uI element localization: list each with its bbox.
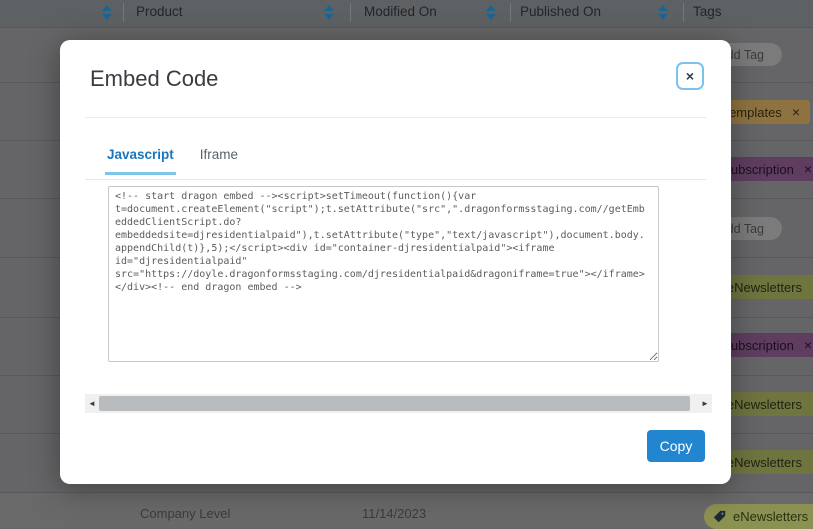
close-icon[interactable]: × xyxy=(676,62,704,90)
column-header-modified-on[interactable]: Modified On xyxy=(364,4,437,19)
horizontal-scrollbar[interactable]: ◄ ► xyxy=(85,394,712,413)
column-divider xyxy=(683,3,684,22)
remove-tag-icon[interactable]: × xyxy=(804,338,812,352)
embed-tabs: Javascript Iframe xyxy=(105,147,240,175)
cell-product: Company Level xyxy=(140,506,230,521)
tag-label: eNewsletters xyxy=(727,397,802,412)
tag-icon xyxy=(713,510,726,523)
column-header-product[interactable]: Product xyxy=(136,4,183,19)
embed-code-modal: Embed Code × Javascript Iframe <!-- star… xyxy=(60,40,731,484)
column-divider xyxy=(510,3,511,22)
tag-label: eNewsletters xyxy=(727,280,802,295)
column-header-published-on[interactable]: Published On xyxy=(520,4,601,19)
tag-label: Templates xyxy=(723,105,782,120)
embed-code-textarea[interactable]: <!-- start dragon embed --><script>setTi… xyxy=(108,186,659,362)
sort-icon[interactable] xyxy=(486,5,496,20)
tag-label: eNewsletters xyxy=(733,509,808,524)
sort-icon[interactable] xyxy=(324,5,334,20)
modal-title: Embed Code xyxy=(90,66,218,92)
copy-button[interactable]: Copy xyxy=(647,430,705,462)
remove-tag-icon[interactable]: × xyxy=(804,162,812,176)
tab-javascript[interactable]: Javascript xyxy=(105,147,176,175)
tag-label: Subscription xyxy=(722,162,794,177)
column-header-tags[interactable]: Tags xyxy=(693,4,722,19)
tag-badge-enewsletters[interactable]: eNewsletters xyxy=(704,504,813,529)
tag-label: eNewsletters xyxy=(727,455,802,470)
header-divider xyxy=(85,117,706,118)
scrollbar-thumb[interactable] xyxy=(99,396,690,411)
column-divider xyxy=(350,3,351,22)
column-divider xyxy=(123,3,124,22)
tabs-divider xyxy=(85,179,706,180)
table-header-row: Product Modified On Published On Tags xyxy=(0,0,813,28)
sort-icon[interactable] xyxy=(102,5,112,20)
tab-iframe[interactable]: Iframe xyxy=(198,147,240,175)
cell-modified-on: 11/14/2023 xyxy=(362,506,426,521)
sort-icon[interactable] xyxy=(658,5,668,20)
tag-label: Subscription xyxy=(722,338,794,353)
remove-tag-icon[interactable]: × xyxy=(792,105,800,119)
scroll-right-icon[interactable]: ► xyxy=(698,394,712,413)
scroll-left-icon[interactable]: ◄ xyxy=(85,394,99,413)
